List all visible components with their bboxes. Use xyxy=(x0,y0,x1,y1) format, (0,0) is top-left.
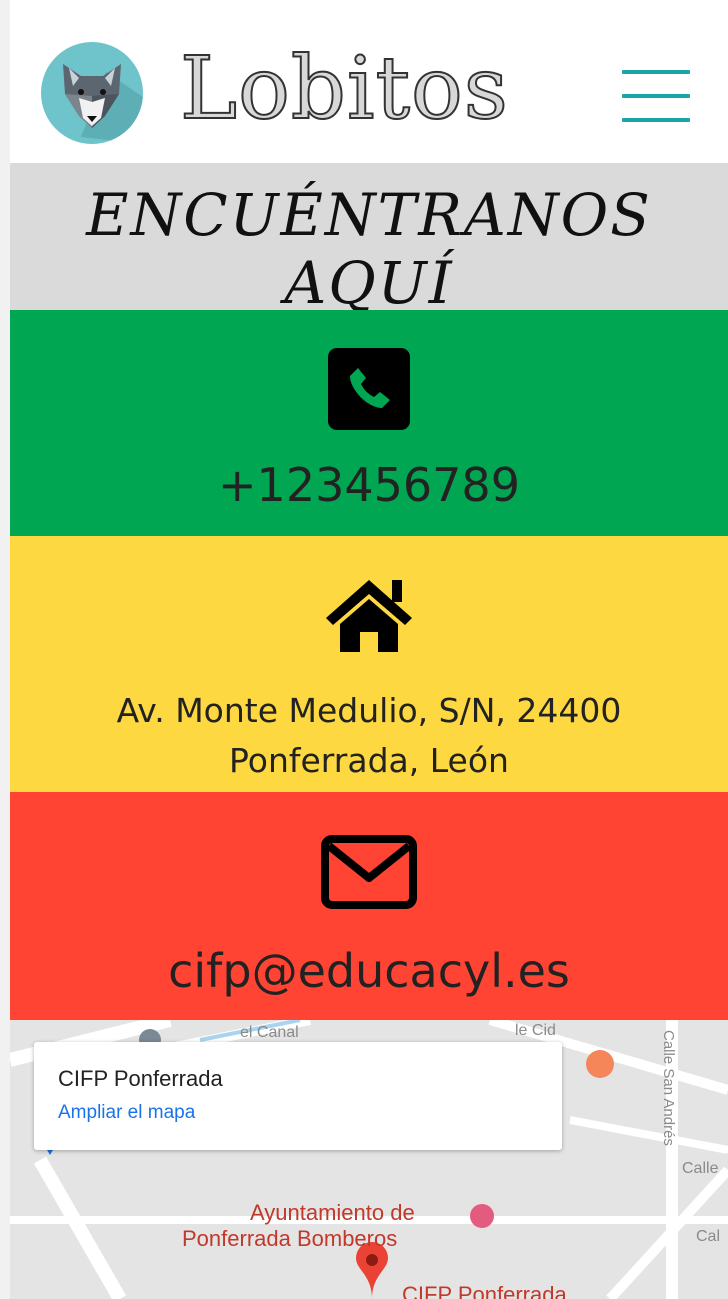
street-label: el Canal xyxy=(240,1024,299,1041)
embedded-map[interactable]: el Canal le Cid Calle San Andrés Calle C… xyxy=(10,1020,728,1299)
page-frame: Lobitos ENCUÉNTRANOS AQUÍ +123456789 Av.… xyxy=(10,0,728,1299)
address-line-2: Ponferrada, León xyxy=(229,741,509,780)
brand-logo[interactable]: Lobitos xyxy=(179,34,509,144)
address-block: Av. Monte Medulio, S/N, 24400 Ponferrada… xyxy=(10,536,728,792)
wolf-icon[interactable] xyxy=(41,42,143,144)
street-label: le Cid xyxy=(515,1022,556,1039)
map-poi-label: Ayuntamiento de xyxy=(250,1200,415,1225)
email-address[interactable]: cifp@educacyl.es xyxy=(10,944,728,998)
street-label: Calle xyxy=(682,1160,719,1177)
hamburger-icon[interactable] xyxy=(622,70,690,122)
address-line-1: Av. Monte Medulio, S/N, 24400 xyxy=(116,691,622,730)
phone-block: +123456789 xyxy=(10,310,728,536)
phone-icon xyxy=(328,348,410,430)
street-label: Cal xyxy=(696,1228,721,1245)
page-title: ENCUÉNTRANOS AQUÍ xyxy=(86,181,652,317)
map-poi-label: Ponferrada Bomberos xyxy=(182,1226,398,1251)
envelope-icon xyxy=(321,835,417,909)
map-marker-label[interactable]: CIFP Ponferrada xyxy=(402,1282,567,1299)
phone-number[interactable]: +123456789 xyxy=(10,458,728,512)
map-place-name: CIFP Ponferrada xyxy=(58,1066,223,1091)
home-icon xyxy=(326,580,412,652)
map-info-card: CIFP Ponferrada Ampliar el mapa xyxy=(34,1042,562,1150)
section-heading-band: ENCUÉNTRANOS AQUÍ xyxy=(10,163,728,317)
site-header: Lobitos xyxy=(10,0,728,163)
enlarge-map-link[interactable]: Ampliar el mapa xyxy=(58,1102,195,1124)
street-label: Calle San Andrés xyxy=(660,1030,677,1146)
address-text: Av. Monte Medulio, S/N, 24400 Ponferrada… xyxy=(10,686,728,786)
email-block: cifp@educacyl.es xyxy=(10,792,728,1020)
